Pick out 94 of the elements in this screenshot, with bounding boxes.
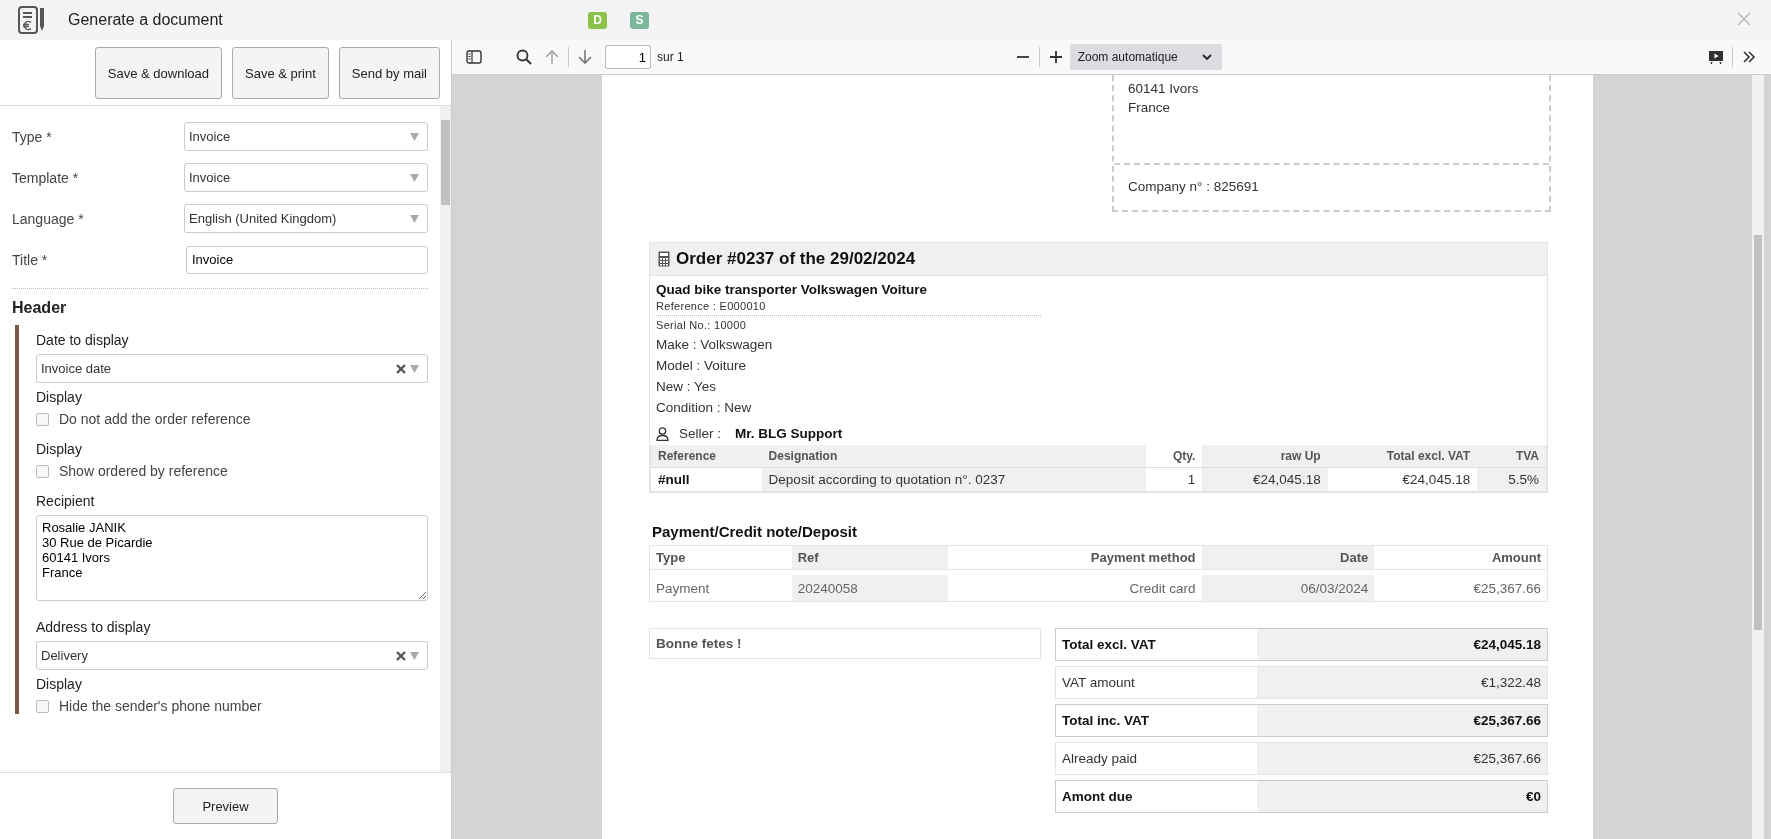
dropdown-arrow-icon [410,651,419,660]
table-cell: Deposit according to quotation n°. 0237 [761,467,1147,491]
column-header: Amount [1374,546,1547,570]
sidebar-toggle-icon[interactable] [466,50,482,64]
total-value: €24,045.18 [1257,629,1547,660]
section-title: Payment/Credit note/Deposit [652,523,859,540]
clear-icon[interactable] [396,650,406,661]
column-header: Payment method [948,546,1202,570]
column-header: Ref [791,546,949,570]
arrow-down-icon[interactable] [578,49,592,65]
table-cell: 5.5% [1477,467,1546,491]
column-header: Date [1201,546,1375,570]
product-reference: Reference : E000010 [656,297,1041,316]
total-value: €1,322.48 [1257,667,1547,698]
total-label: VAT amount [1061,674,1136,692]
company-number: Company n° : 825691 [1128,179,1259,194]
product-attribute: New : Yes [656,378,718,396]
clear-icon[interactable] [396,363,406,374]
field-label: Recipient [36,493,96,509]
dropdown-arrow-icon [410,173,419,182]
calculator-icon [658,251,670,267]
dropdown[interactable]: Delivery [36,641,428,670]
dropdown[interactable]: Invoice date [36,354,428,383]
status-badge: D [588,11,607,29]
seller-name: Mr. BLG Support [735,426,843,441]
column-header: Designation [761,445,1147,467]
dropdown[interactable]: English (United Kingdom) [184,204,428,233]
table-cell: #null [651,467,762,491]
product-attribute: Model : Voiture [656,357,748,375]
column-header: Type [650,546,792,570]
dropdown-arrow-icon [410,364,419,373]
seller-label: Seller : [679,426,722,441]
double-chevron-icon[interactable] [1742,50,1756,64]
field-label: Title * [12,251,49,268]
preview-button[interactable]: Preview [173,788,278,824]
total-value: €0 [1257,781,1547,812]
field-label: Display [36,676,83,692]
total-value: €25,367.66 [1257,705,1547,736]
status-badge: S [630,11,649,29]
section-title: Header [12,299,68,317]
chevron-down-icon [1201,53,1212,61]
dropdown[interactable]: Invoice [184,122,428,151]
dropdown[interactable]: Invoice [184,163,428,192]
checkbox[interactable] [36,464,49,478]
checkbox-label: Hide the sender's phone number [59,698,262,714]
column-header: Reference [651,445,762,467]
order-title: Order #0237 of the 29/02/2024 [676,249,916,269]
dropdown-arrow-icon [410,132,419,141]
field-label: Template * [12,169,80,186]
field-label: Address to display [36,619,152,635]
total-label: Total excl. VAT [1061,636,1157,654]
table-cell: Credit card [948,570,1202,601]
action-button[interactable]: Save & download [94,47,222,99]
checkbox-label: Show ordered by reference [59,463,228,479]
presentation-icon[interactable] [1708,49,1724,65]
note-text: Bonne fetes ! [649,628,1041,659]
field-label: Type * [12,128,53,145]
column-header: raw Up [1202,445,1328,467]
dropdown-arrow-icon [410,214,419,223]
field-label: Date to display [36,332,130,348]
address-line: 60141 Ivors [1128,80,1200,98]
zoom-dropdown[interactable]: Zoom automatique [1069,44,1222,70]
total-label: Total inc. VAT [1061,712,1150,730]
checkbox[interactable] [36,699,49,713]
scrollbar[interactable] [440,106,451,772]
window-title: Generate a document [68,11,224,29]
field-label: Display [36,441,83,457]
checkbox-label: Do not add the order reference [59,411,251,427]
serial-number: Serial No.: 10000 [656,318,748,333]
page-number-input[interactable]: 1 [605,45,651,69]
column-header: Total excl. VAT [1327,445,1478,467]
product-attribute: Make : Volkswagen [656,336,774,354]
product-attribute: Condition : New [656,399,753,417]
total-label: Already paid [1061,750,1139,768]
recipient-textarea[interactable]: Rosalie JANIK 30 Rue de Picardie 60141 Ivors France [36,515,428,601]
title-input[interactable]: Invoice [186,245,428,274]
page-count: sur 1 [657,50,684,64]
table-cell: €25,367.66 [1374,570,1547,601]
field-label: Language * [12,210,85,227]
action-button[interactable]: Send by mail [338,47,440,99]
checkbox[interactable] [36,412,49,426]
total-label: Amont due [1061,788,1134,806]
person-icon [656,426,669,441]
search-icon[interactable] [516,49,532,65]
action-button[interactable]: Save & print [232,47,329,99]
address-line: France [1128,99,1172,117]
zoom-in-icon[interactable] [1048,50,1063,64]
scrollbar[interactable] [1752,75,1764,839]
field-label: Display [36,389,83,405]
product-name: Quad bike transporter Volkswagen Voiture [656,282,929,297]
total-value: €25,367.66 [1257,743,1547,774]
table-cell: €24,045.18 [1202,467,1328,491]
document-euro-icon [18,5,46,35]
column-header: TVA [1477,445,1546,467]
